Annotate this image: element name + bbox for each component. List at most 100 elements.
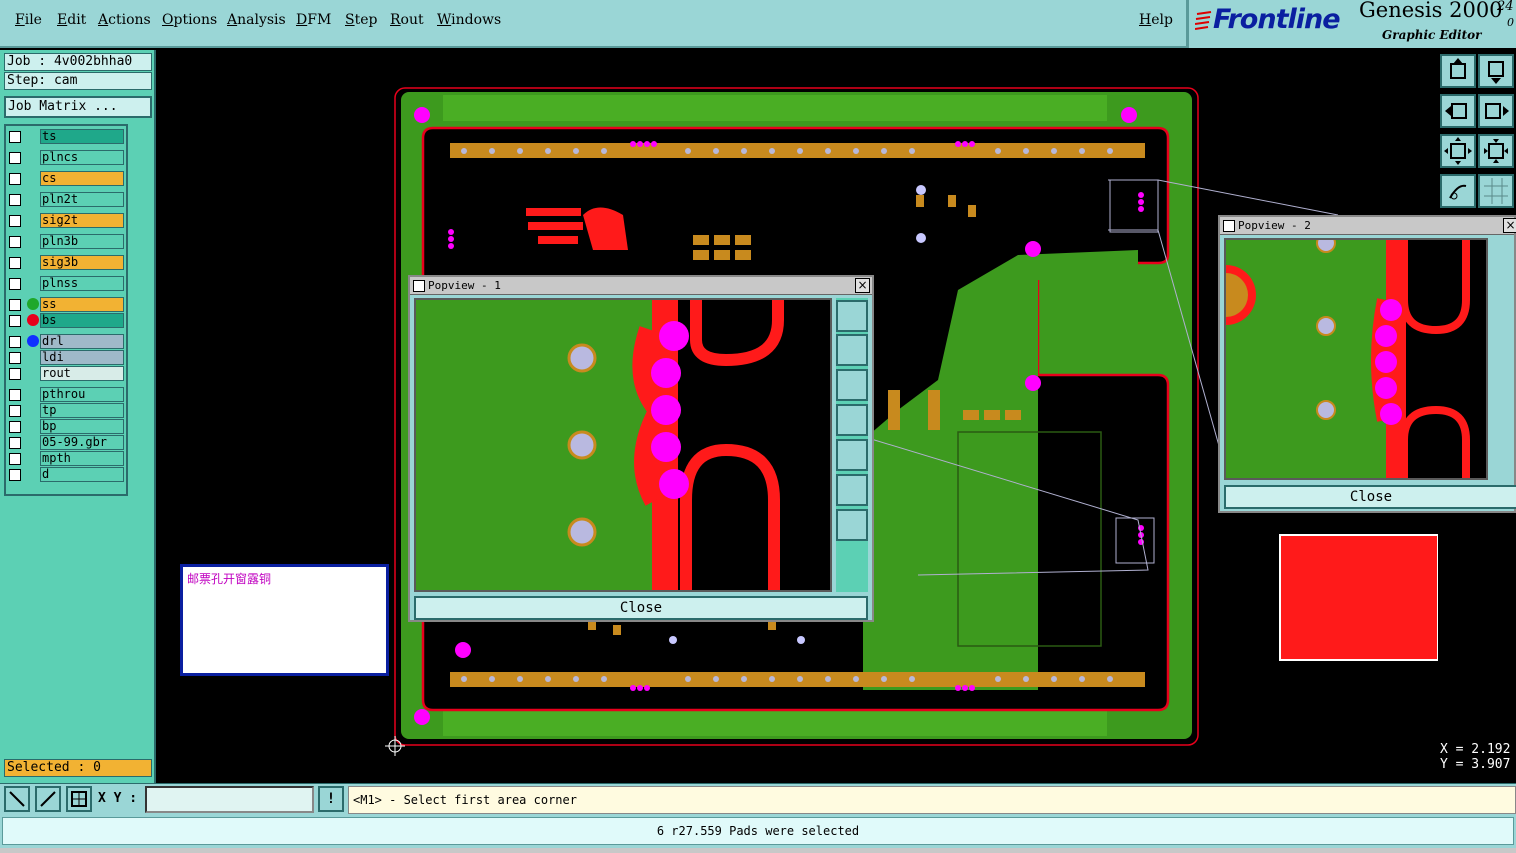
layer-name[interactable]: 05-99.gbr [40, 435, 124, 450]
window-menu-icon[interactable] [413, 280, 425, 292]
layer-row-ldi[interactable]: ldi [6, 350, 124, 366]
popview-pan-up-icon[interactable] [836, 334, 868, 366]
menu-windows[interactable]: Windows [437, 12, 501, 28]
layer-checkbox[interactable] [9, 389, 21, 401]
layer-checkbox[interactable] [9, 469, 21, 481]
layer-checkbox[interactable] [9, 152, 21, 164]
layer-name[interactable]: drl [40, 334, 124, 349]
menu-analysis[interactable]: Analysis [227, 12, 286, 28]
xy-input[interactable] [145, 786, 314, 813]
popview-1-title[interactable]: Popview - 1 [410, 277, 872, 295]
layer-row-bp[interactable]: bp [6, 419, 124, 435]
grid-snap-icon[interactable] [66, 786, 92, 812]
exclamation-button[interactable]: ! [318, 786, 344, 812]
popview-2-close-button[interactable]: Close [1224, 485, 1516, 509]
layer-checkbox[interactable] [9, 315, 21, 327]
layer-name[interactable]: rout [40, 366, 124, 381]
layer-checkbox[interactable] [9, 421, 21, 433]
pan-up-icon[interactable] [1440, 54, 1476, 88]
layer-checkbox[interactable] [9, 299, 21, 311]
layer-name[interactable]: ts [40, 129, 124, 144]
zoom-out-icon[interactable] [1478, 134, 1514, 168]
popview-zoom-in-icon[interactable] [836, 474, 868, 506]
menu-actions[interactable]: Actions [98, 12, 151, 28]
layer-row-tp[interactable]: tp [6, 403, 124, 419]
layer-checkbox[interactable] [9, 236, 21, 248]
layer-name[interactable]: ss [40, 297, 124, 312]
layer-row-05-99-gbr[interactable]: 05-99.gbr [6, 435, 124, 451]
layer-checkbox[interactable] [9, 278, 21, 290]
popview-1-viewport[interactable] [414, 298, 832, 592]
snap-tool-icon[interactable] [35, 786, 61, 812]
layer-checkbox[interactable] [9, 437, 21, 449]
layer-name[interactable]: plncs [40, 150, 124, 165]
layer-row-plnss[interactable]: plnss [6, 276, 124, 292]
select-tool-icon[interactable] [4, 786, 30, 812]
layer-name[interactable]: pln2t [40, 192, 124, 207]
layer-name[interactable]: bp [40, 419, 124, 434]
layer-checkbox[interactable] [9, 257, 21, 269]
menu-options[interactable]: Options [162, 12, 217, 28]
pan-left-icon[interactable] [1440, 94, 1476, 128]
layer-row-mpth[interactable]: mpth [6, 451, 124, 467]
zoom-in-icon[interactable] [1440, 134, 1476, 168]
layer-name[interactable]: sig3b [40, 255, 124, 270]
layer-name[interactable]: ldi [40, 350, 124, 365]
layer-checkbox[interactable] [9, 336, 21, 348]
popview-1-window[interactable]: Popview - 1 × Close [408, 275, 874, 622]
layer-row-pln3b[interactable]: pln3b [6, 234, 124, 250]
layer-name[interactable]: tp [40, 403, 124, 418]
layer-row-bs[interactable]: bs [6, 313, 124, 329]
popview-pan-down-icon[interactable] [836, 369, 868, 401]
grid-icon[interactable] [1478, 174, 1514, 208]
menu-step[interactable]: Step [345, 12, 377, 28]
layer-checkbox[interactable] [9, 173, 21, 185]
layer-name[interactable]: sig2t [40, 213, 124, 228]
layer-checkbox[interactable] [9, 352, 21, 364]
menu-help[interactable]: Help [1139, 12, 1173, 28]
layer-checkbox[interactable] [9, 405, 21, 417]
layer-row-pln2t[interactable]: pln2t [6, 192, 124, 208]
layer-checkbox[interactable] [9, 453, 21, 465]
layer-checkbox[interactable] [9, 131, 21, 143]
layer-name[interactable]: pthrou [40, 387, 124, 402]
popview-2-title[interactable]: Popview - 2 [1220, 217, 1514, 235]
layer-row-cs[interactable]: cs [6, 171, 124, 187]
layer-row-d[interactable]: d [6, 467, 124, 483]
popview-pan-right-icon[interactable] [836, 439, 868, 471]
layer-row-sig2t[interactable]: sig2t [6, 213, 124, 229]
layer-row-plncs[interactable]: plncs [6, 150, 124, 166]
popview-1-close-icon[interactable]: × [855, 278, 870, 293]
layer-name[interactable]: d [40, 467, 124, 482]
layer-row-ts[interactable]: ts [6, 129, 124, 145]
popview-2-viewport[interactable] [1196, 233, 1488, 480]
layer-row-rout[interactable]: rout [6, 366, 124, 382]
layer-row-sig3b[interactable]: sig3b [6, 255, 124, 271]
popview-2-close-icon[interactable]: × [1503, 218, 1516, 233]
popview-1-close-button[interactable]: Close [414, 596, 868, 620]
measure-icon[interactable] [1440, 174, 1476, 208]
window-menu-icon[interactable] [1223, 220, 1235, 232]
popview-2-window[interactable]: Popview - 2 × Close [1196, 215, 1516, 513]
menu-edit[interactable]: Edit [57, 12, 86, 28]
layer-row-drl[interactable]: drl [6, 334, 124, 350]
layer-checkbox[interactable] [9, 368, 21, 380]
layer-checkbox[interactable] [9, 194, 21, 206]
pan-down-icon[interactable] [1478, 54, 1514, 88]
job-matrix-button[interactable]: Job Matrix ... [4, 96, 152, 118]
layer-row-ss[interactable]: ss [6, 297, 124, 313]
menu-file[interactable]: File [15, 12, 42, 28]
menu-dfm[interactable]: DFM [296, 12, 331, 28]
pan-right-icon[interactable] [1478, 94, 1514, 128]
layer-name[interactable]: cs [40, 171, 124, 186]
layer-name[interactable]: bs [40, 313, 124, 328]
layer-name[interactable]: pln3b [40, 234, 124, 249]
popview-zoom-out-icon[interactable] [836, 509, 868, 541]
popview-pan-left-icon[interactable] [836, 404, 868, 436]
note-box[interactable]: 邮票孔开窗露铜 [180, 564, 389, 676]
layer-checkbox[interactable] [9, 215, 21, 227]
layer-row-pthrou[interactable]: pthrou [6, 387, 124, 403]
popview-zoom-fit-icon[interactable] [836, 300, 868, 332]
layer-name[interactable]: mpth [40, 451, 124, 466]
menu-rout[interactable]: Rout [390, 12, 424, 28]
